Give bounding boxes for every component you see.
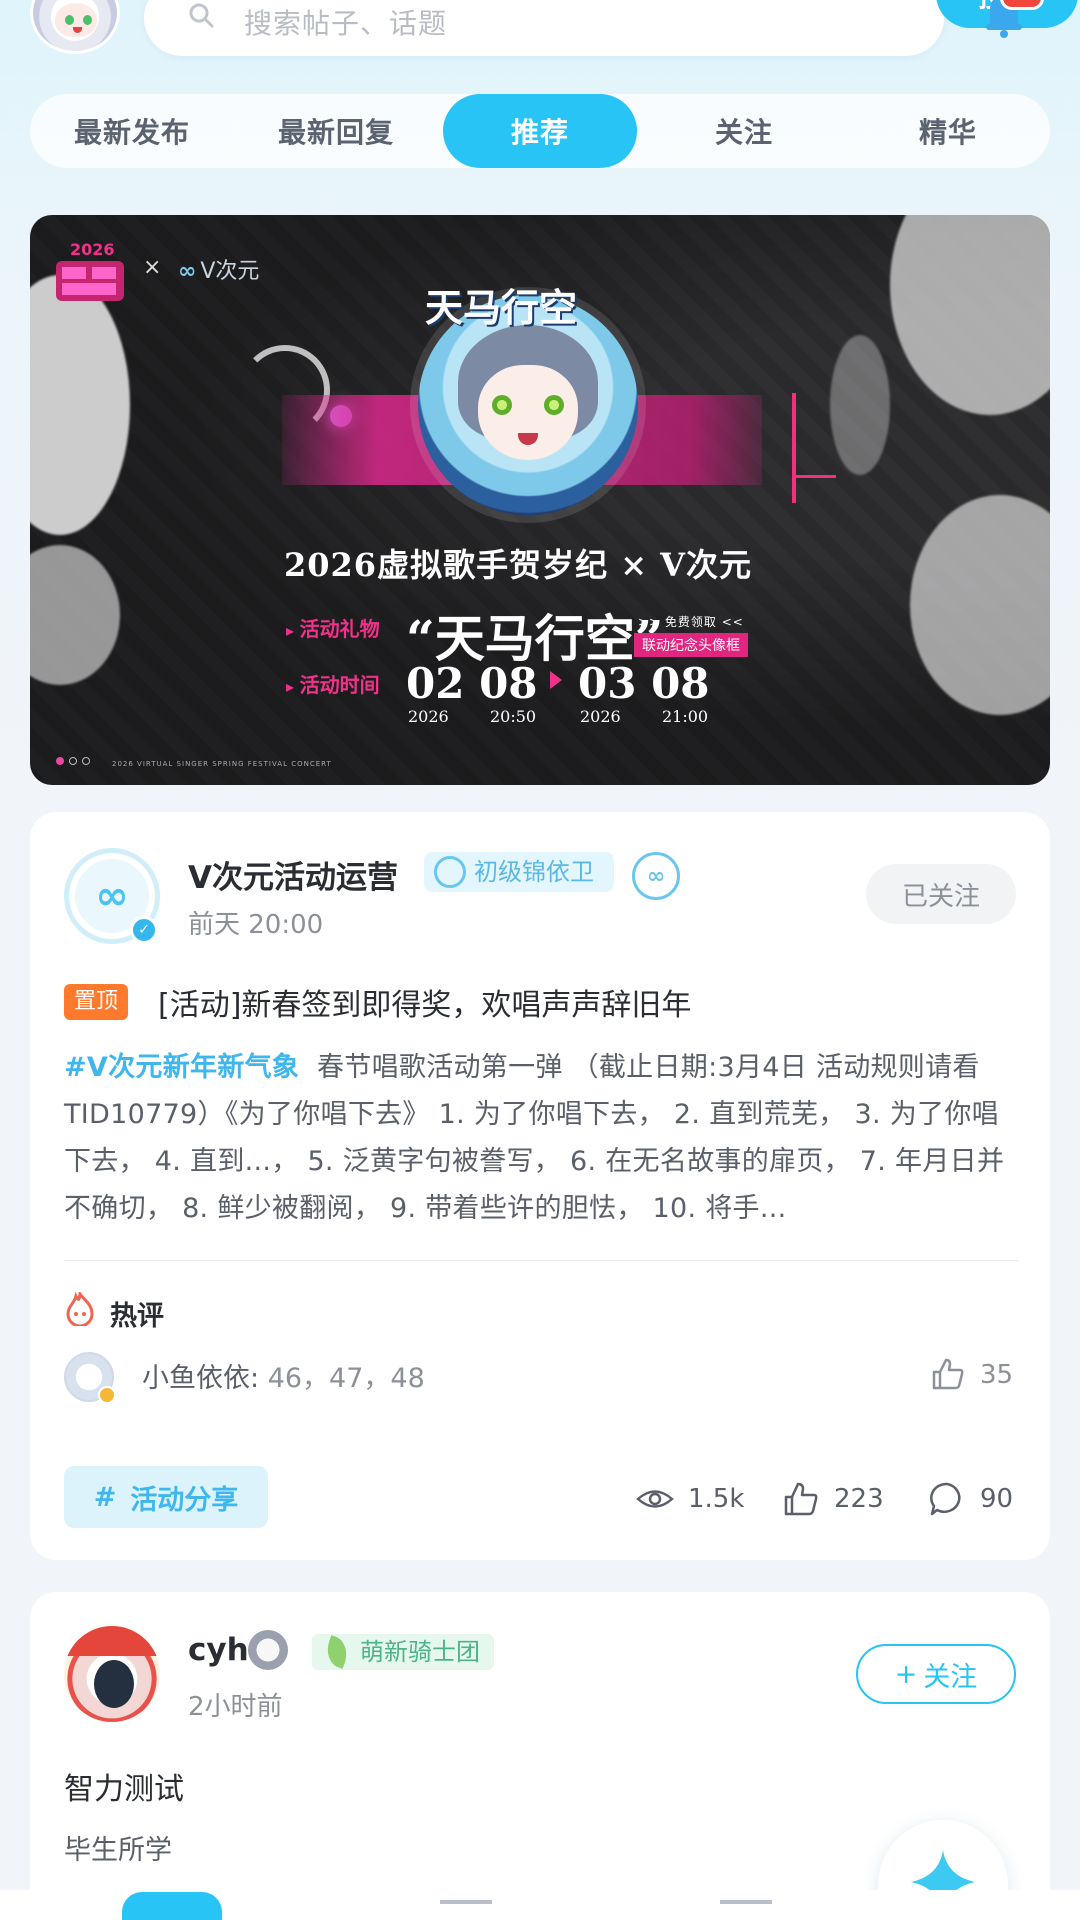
- nav-home-active[interactable]: [122, 1892, 222, 1920]
- eye-icon: [636, 1490, 674, 1508]
- pink-bar-h: [796, 475, 836, 478]
- post-card[interactable]: ∞ ✓ V次元活动运营 初级锦依卫 ∞ 前天 20:00 已关注 置顶 [活动]…: [30, 812, 1050, 1560]
- hash-icon: #: [93, 1481, 117, 1513]
- post-body[interactable]: 毕生所学: [64, 1828, 172, 1867]
- time-label: 活动时间: [286, 669, 380, 698]
- gift-tag-frame: 联动纪念头像框: [634, 633, 748, 657]
- date-arrow: [550, 671, 562, 689]
- banner-main-title: 2026虚拟歌手贺岁纪 × V次元: [284, 546, 752, 584]
- user-avatar[interactable]: [30, 0, 120, 54]
- start-date: 02 08: [406, 659, 538, 708]
- carousel-dots[interactable]: [56, 757, 90, 765]
- bottom-nav: [0, 1890, 1080, 1920]
- official-badge-icon: ∞: [632, 852, 680, 900]
- thumbs-up-icon[interactable]: [930, 1356, 966, 1392]
- start-time: 20:50: [490, 707, 537, 726]
- promo-banner[interactable]: 2026 × ∞V次元 天马行空 2026虚拟歌手贺岁纪 × V次元 活动礼物 …: [30, 215, 1050, 785]
- tab-featured[interactable]: 精华: [846, 94, 1050, 168]
- svg-text:2026: 2026: [70, 240, 115, 259]
- notification-badge: [1000, 0, 1044, 10]
- search-input[interactable]: 搜索帖子、话题 搜索: [144, 0, 1078, 56]
- end-time: 21:00: [662, 707, 709, 726]
- top-bar: 搜索帖子、话题 搜索: [0, 0, 1080, 62]
- verified-icon: ✓: [130, 916, 158, 944]
- topic-tag[interactable]: # 活动分享: [64, 1466, 268, 1528]
- like-button[interactable]: 223: [782, 1480, 884, 1518]
- collab-x: ×: [143, 255, 162, 280]
- festival-logo: 2026: [56, 240, 124, 301]
- hot-comment[interactable]: 小鱼依依: 46，47，48: [142, 1356, 425, 1395]
- comment-button[interactable]: 90: [928, 1480, 1013, 1518]
- nav-icon[interactable]: [440, 1900, 492, 1920]
- hot-comments-label: 热评: [110, 1301, 164, 1332]
- character-face: [478, 365, 578, 460]
- post-time: 前天 20:00: [188, 910, 324, 940]
- search-icon: [189, 3, 214, 28]
- pink-bar: [792, 393, 796, 503]
- commenter-avatar[interactable]: [64, 1352, 116, 1404]
- author-name[interactable]: cyh: [188, 1632, 249, 1668]
- character-eye: [492, 395, 512, 415]
- leaf-icon: [321, 1635, 353, 1669]
- post-body[interactable]: #V次元新年新气象 春节唱歌活动第一弹 （截止日期:3月4日 活动规则请看TID…: [64, 1044, 1019, 1232]
- plus-icon: +: [894, 1658, 918, 1690]
- tab-following[interactable]: 关注: [642, 94, 846, 168]
- tab-latest-posts[interactable]: 最新发布: [30, 94, 234, 168]
- hashtag-link[interactable]: #V次元新年新气象: [64, 1052, 299, 1083]
- comment-icon: [930, 1482, 961, 1516]
- flame-icon: [66, 1292, 94, 1326]
- hot-comment-likes: 35: [980, 1360, 1014, 1390]
- tab-recommended[interactable]: 推荐: [443, 94, 637, 168]
- feed-tabs: 最新发布 最新回复 推荐 关注 精华: [30, 94, 1050, 168]
- shield-icon: [434, 856, 466, 888]
- start-year: 2026: [408, 707, 449, 726]
- v-dimension-logo: ∞ V次元: [178, 259, 260, 284]
- level-badge: 初级锦依卫: [424, 852, 614, 892]
- end-date: 03 08: [578, 659, 710, 708]
- nav-icon[interactable]: [720, 1900, 772, 1920]
- pet-badge-icon: [248, 1630, 288, 1670]
- followed-button[interactable]: 已关注: [866, 864, 1016, 924]
- thumbs-up-icon: [784, 1482, 818, 1516]
- pinned-badge: 置顶: [64, 984, 129, 1020]
- gift-label: 活动礼物: [286, 613, 380, 642]
- tab-latest-replies[interactable]: 最新回复: [234, 94, 438, 168]
- banner-title-art: 天马行空: [425, 285, 578, 330]
- character-eye: [544, 395, 564, 415]
- post-title[interactable]: 智力测试: [64, 1764, 184, 1808]
- divider: [64, 1260, 1019, 1261]
- search-placeholder: 搜索帖子、话题: [244, 7, 448, 40]
- gift-tag-free: >> 免费领取 <<: [638, 615, 744, 629]
- author-name[interactable]: V次元活动运营: [188, 852, 398, 897]
- post-time: 2小时前: [188, 1692, 283, 1722]
- follow-button[interactable]: + 关注: [856, 1644, 1016, 1704]
- author-avatar[interactable]: [64, 1626, 160, 1722]
- banner-footer-text: 2026 VIRTUAL SINGER SPRING FESTIVAL CONC…: [112, 760, 332, 768]
- post-title[interactable]: [活动]新春签到即得奖，欢唱声声辞旧年: [158, 980, 691, 1024]
- view-count: 1.5k: [636, 1480, 744, 1518]
- end-year: 2026: [580, 707, 621, 726]
- level-badge: 萌新骑士团: [312, 1634, 494, 1670]
